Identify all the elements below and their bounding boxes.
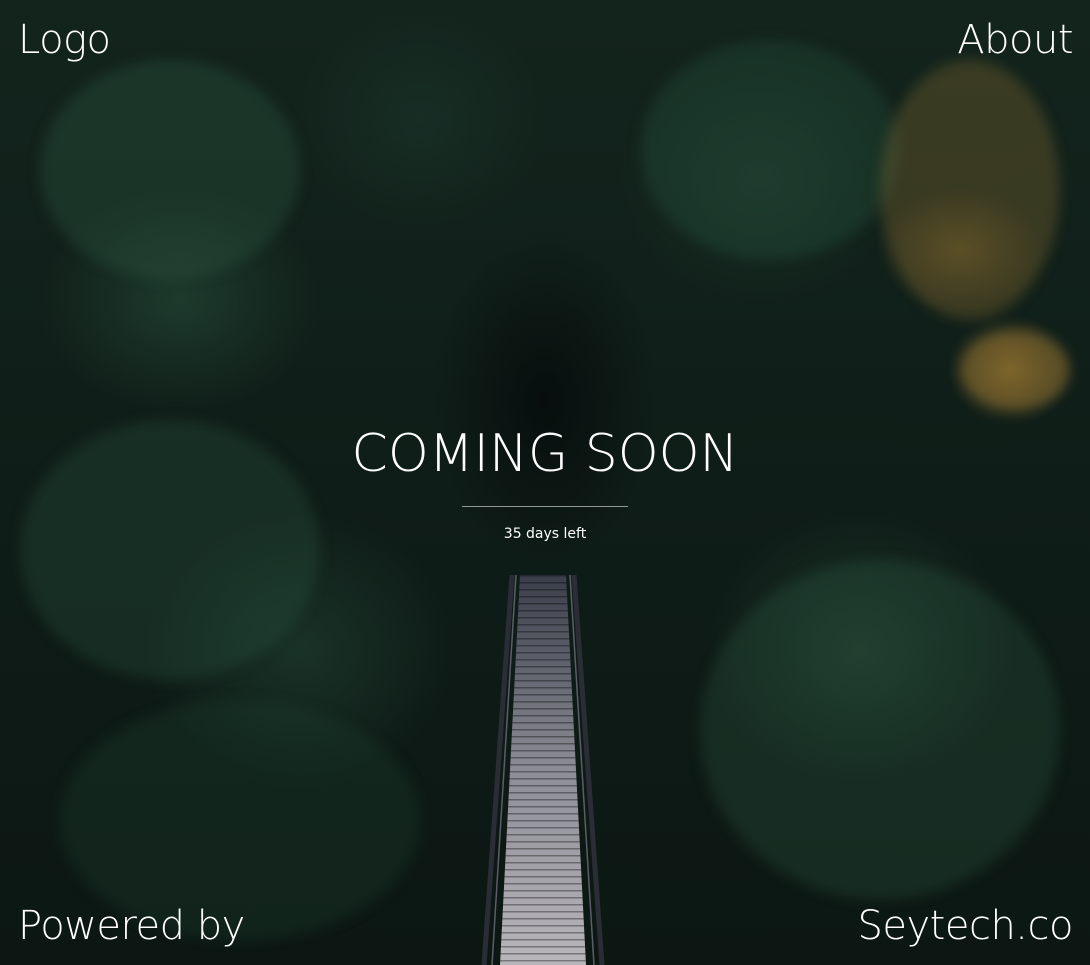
foliage-patch: [960, 330, 1070, 410]
suspension-bridge: [481, 575, 605, 965]
foliage-patch: [700, 560, 1060, 900]
countdown-text: 35 days left: [503, 526, 587, 542]
page-title: COMING SOON: [351, 424, 739, 484]
foliage-patch: [640, 40, 900, 260]
powered-by-label: Powered by: [18, 903, 245, 949]
brand-link[interactable]: Seytech.co: [858, 906, 1074, 946]
logo-link[interactable]: Logo: [18, 20, 111, 60]
foliage-patch: [880, 60, 1060, 320]
about-link[interactable]: About: [957, 20, 1073, 60]
coming-soon-page: Logo About COMING SOON 35 days left Powe…: [0, 0, 1090, 965]
title-divider: [462, 506, 628, 507]
foliage-patch: [40, 60, 300, 280]
hero-section: COMING SOON 35 days left: [0, 424, 1090, 542]
